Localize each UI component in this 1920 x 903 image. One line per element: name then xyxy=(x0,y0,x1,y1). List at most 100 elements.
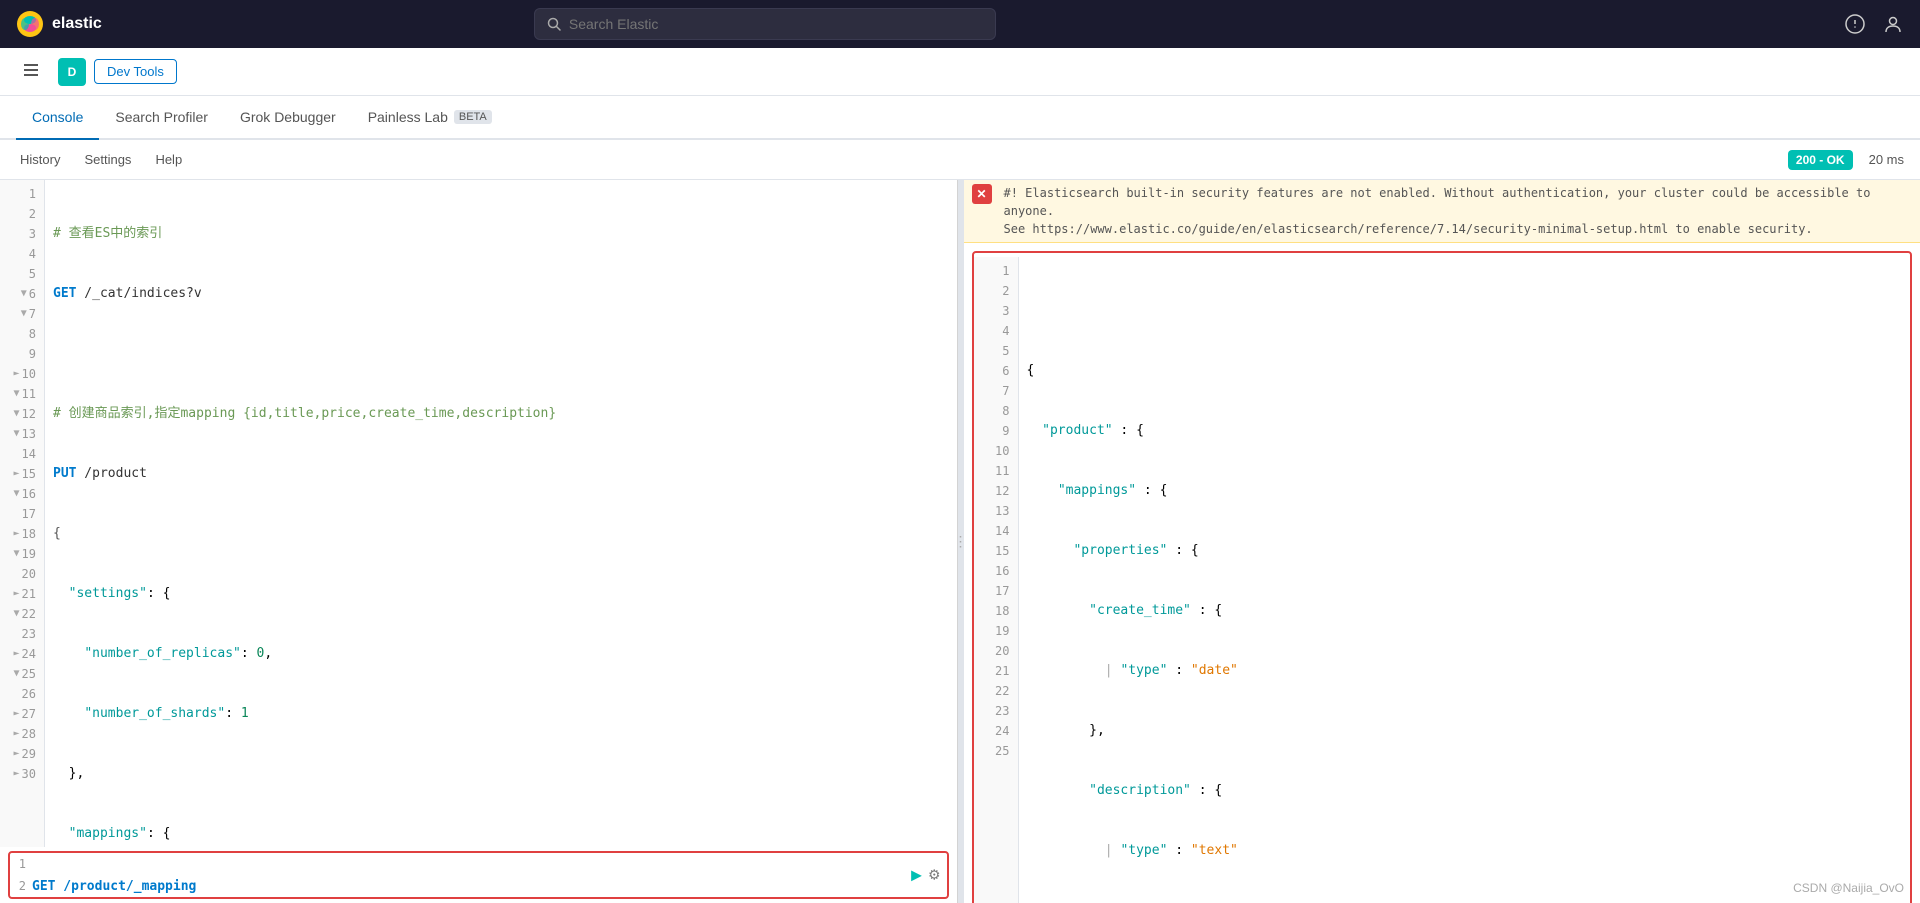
left-panel: 1 2 3 4 5 ▼6 ▼7 8 9 ►10 ▼11 ▼12 ▼13 14 ►… xyxy=(0,180,958,903)
r-cl-8: }, xyxy=(1027,721,1911,741)
line-num-11: ▼11 xyxy=(0,384,44,404)
footer-watermark: CSDN @Naijia_OvO xyxy=(1793,881,1904,895)
code-line-11: "mappings": { xyxy=(53,824,957,844)
beta-badge: BETA xyxy=(454,110,492,124)
r-ln-23: 23 xyxy=(974,701,1018,721)
code-line-1: # 查看ES中的索引 xyxy=(53,224,957,244)
line-num-30: ►30 xyxy=(0,764,44,784)
response-line-numbers: 1 2 3 4 5 6 7 8 9 10 11 12 13 14 xyxy=(974,257,1019,903)
tab-grok-debugger[interactable]: Grok Debugger xyxy=(224,96,352,140)
search-icon xyxy=(547,17,561,31)
main-area: 1 2 3 4 5 ▼6 ▼7 8 9 ►10 ▼11 ▼12 ▼13 14 ►… xyxy=(0,180,1920,903)
code-line-7: "settings": { xyxy=(53,584,957,604)
line-num-26: 26 xyxy=(0,684,44,704)
history-button[interactable]: History xyxy=(16,148,64,171)
r-cl-1 xyxy=(1027,301,1911,321)
line-num-4: 4 xyxy=(0,244,44,264)
tab-search-profiler[interactable]: Search Profiler xyxy=(99,96,224,140)
r-cl-9: "description" : { xyxy=(1027,781,1911,801)
r-ln-10: 10 xyxy=(974,441,1018,461)
secondary-navigation: D Dev Tools xyxy=(0,48,1920,96)
toolbar: History Settings Help 200 - OK 20 ms xyxy=(0,140,1920,180)
code-line-5: PUT /product xyxy=(53,464,957,484)
response-time: 20 ms xyxy=(1869,152,1904,167)
r-ln-2: 2 xyxy=(974,281,1018,301)
line-num-1: 1 xyxy=(0,184,44,204)
r-cl-2: { xyxy=(1027,361,1911,381)
avatar-button[interactable]: D xyxy=(58,58,86,86)
line-num-7: ▼7 xyxy=(0,304,44,324)
r-cl-10: | "type" : "text" xyxy=(1027,841,1911,861)
dev-tools-button[interactable]: Dev Tools xyxy=(94,59,177,84)
code-line-10: }, xyxy=(53,764,957,784)
r-ln-16: 16 xyxy=(974,561,1018,581)
r-ln-9: 9 xyxy=(974,421,1018,441)
code-line-3 xyxy=(53,344,957,364)
r-ln-15: 15 xyxy=(974,541,1018,561)
settings-button[interactable]: Settings xyxy=(80,148,135,171)
nav-icons xyxy=(1844,13,1904,35)
editor-area[interactable]: 1 2 3 4 5 ▼6 ▼7 8 9 ►10 ▼11 ▼12 ▼13 14 ►… xyxy=(0,180,957,847)
r-ln-18: 18 xyxy=(974,601,1018,621)
wrench-button[interactable]: ⚙ xyxy=(928,867,941,884)
search-bar[interactable] xyxy=(534,8,996,40)
line-num-27: ►27 xyxy=(0,704,44,724)
r-ln-17: 17 xyxy=(974,581,1018,601)
line-num-9: 9 xyxy=(0,344,44,364)
line-num-8: 8 xyxy=(0,324,44,344)
line-num-18: ►18 xyxy=(0,524,44,544)
tab-console[interactable]: Console xyxy=(16,96,99,140)
line-num-21: ►21 xyxy=(0,584,44,604)
line-num-25: ▼25 xyxy=(0,664,44,684)
response-header: ✕ #! Elasticsearch built-in security fea… xyxy=(964,180,1920,243)
elastic-logo-icon xyxy=(16,10,44,38)
line-num-13: ▼13 xyxy=(0,424,44,444)
line-num-5: 5 xyxy=(0,264,44,284)
line-num-16: ▼16 xyxy=(0,484,44,504)
alerts-icon[interactable] xyxy=(1844,13,1866,35)
close-warning-button[interactable]: ✕ xyxy=(972,184,992,204)
tab-painless-lab[interactable]: Painless Lab BETA xyxy=(352,96,508,140)
r-ln-4: 4 xyxy=(974,321,1018,341)
warning-line-2: See https://www.elastic.co/guide/en/elas… xyxy=(1004,220,1913,238)
response-code-content: { "product" : { "mappings" : { "properti… xyxy=(1019,257,1911,903)
r-ln-1: 1 xyxy=(974,261,1018,281)
code-line-6: { xyxy=(53,524,957,544)
logo-text: elastic xyxy=(52,15,102,33)
line-num-12: ▼12 xyxy=(0,404,44,424)
input-line-2: 2 GET /product/_mapping xyxy=(10,875,947,897)
r-ln-5: 5 xyxy=(974,341,1018,361)
line-num-17: 17 xyxy=(0,504,44,524)
search-input[interactable] xyxy=(569,16,983,32)
run-button[interactable]: ▶ xyxy=(911,867,922,884)
line-num-15: ►15 xyxy=(0,464,44,484)
hamburger-button[interactable] xyxy=(16,55,46,88)
r-ln-14: 14 xyxy=(974,521,1018,541)
status-badge: 200 - OK xyxy=(1788,150,1853,170)
r-ln-8: 8 xyxy=(974,401,1018,421)
code-line-2: GET /_cat/indices?v xyxy=(53,284,957,304)
search-bar-container xyxy=(534,8,996,40)
user-icon[interactable] xyxy=(1882,13,1904,35)
code-lines: 1 2 3 4 5 ▼6 ▼7 8 9 ►10 ▼11 ▼12 ▼13 14 ►… xyxy=(0,180,957,847)
r-cl-5: "properties" : { xyxy=(1027,541,1911,561)
r-cl-7: | "type" : "date" xyxy=(1027,661,1911,681)
response-area[interactable]: ✕ #! Elasticsearch built-in security fea… xyxy=(964,180,1920,903)
warning-line-1: #! Elasticsearch built-in security featu… xyxy=(1004,184,1913,220)
r-ln-19: 19 xyxy=(974,621,1018,641)
r-ln-7: 7 xyxy=(974,381,1018,401)
elastic-logo: elastic xyxy=(16,10,102,38)
code-line-4: # 创建商品索引,指定mapping {id,title,price,creat… xyxy=(53,404,957,424)
line-num-20: 20 xyxy=(0,564,44,584)
line-numbers: 1 2 3 4 5 ▼6 ▼7 8 9 ►10 ▼11 ▼12 ▼13 14 ►… xyxy=(0,180,45,847)
input-area[interactable]: 1 2 GET /product/_mapping ▶ ⚙ xyxy=(8,851,949,899)
line-num-14: 14 xyxy=(0,444,44,464)
input-actions: ▶ ⚙ xyxy=(911,867,940,884)
help-button[interactable]: Help xyxy=(151,148,186,171)
r-cl-6: "create_time" : { xyxy=(1027,601,1911,621)
r-cl-3: "product" : { xyxy=(1027,421,1911,441)
r-cl-4: "mappings" : { xyxy=(1027,481,1911,501)
line-num-23: 23 xyxy=(0,624,44,644)
top-navigation: elastic xyxy=(0,0,1920,48)
line-num-3: 3 xyxy=(0,224,44,244)
